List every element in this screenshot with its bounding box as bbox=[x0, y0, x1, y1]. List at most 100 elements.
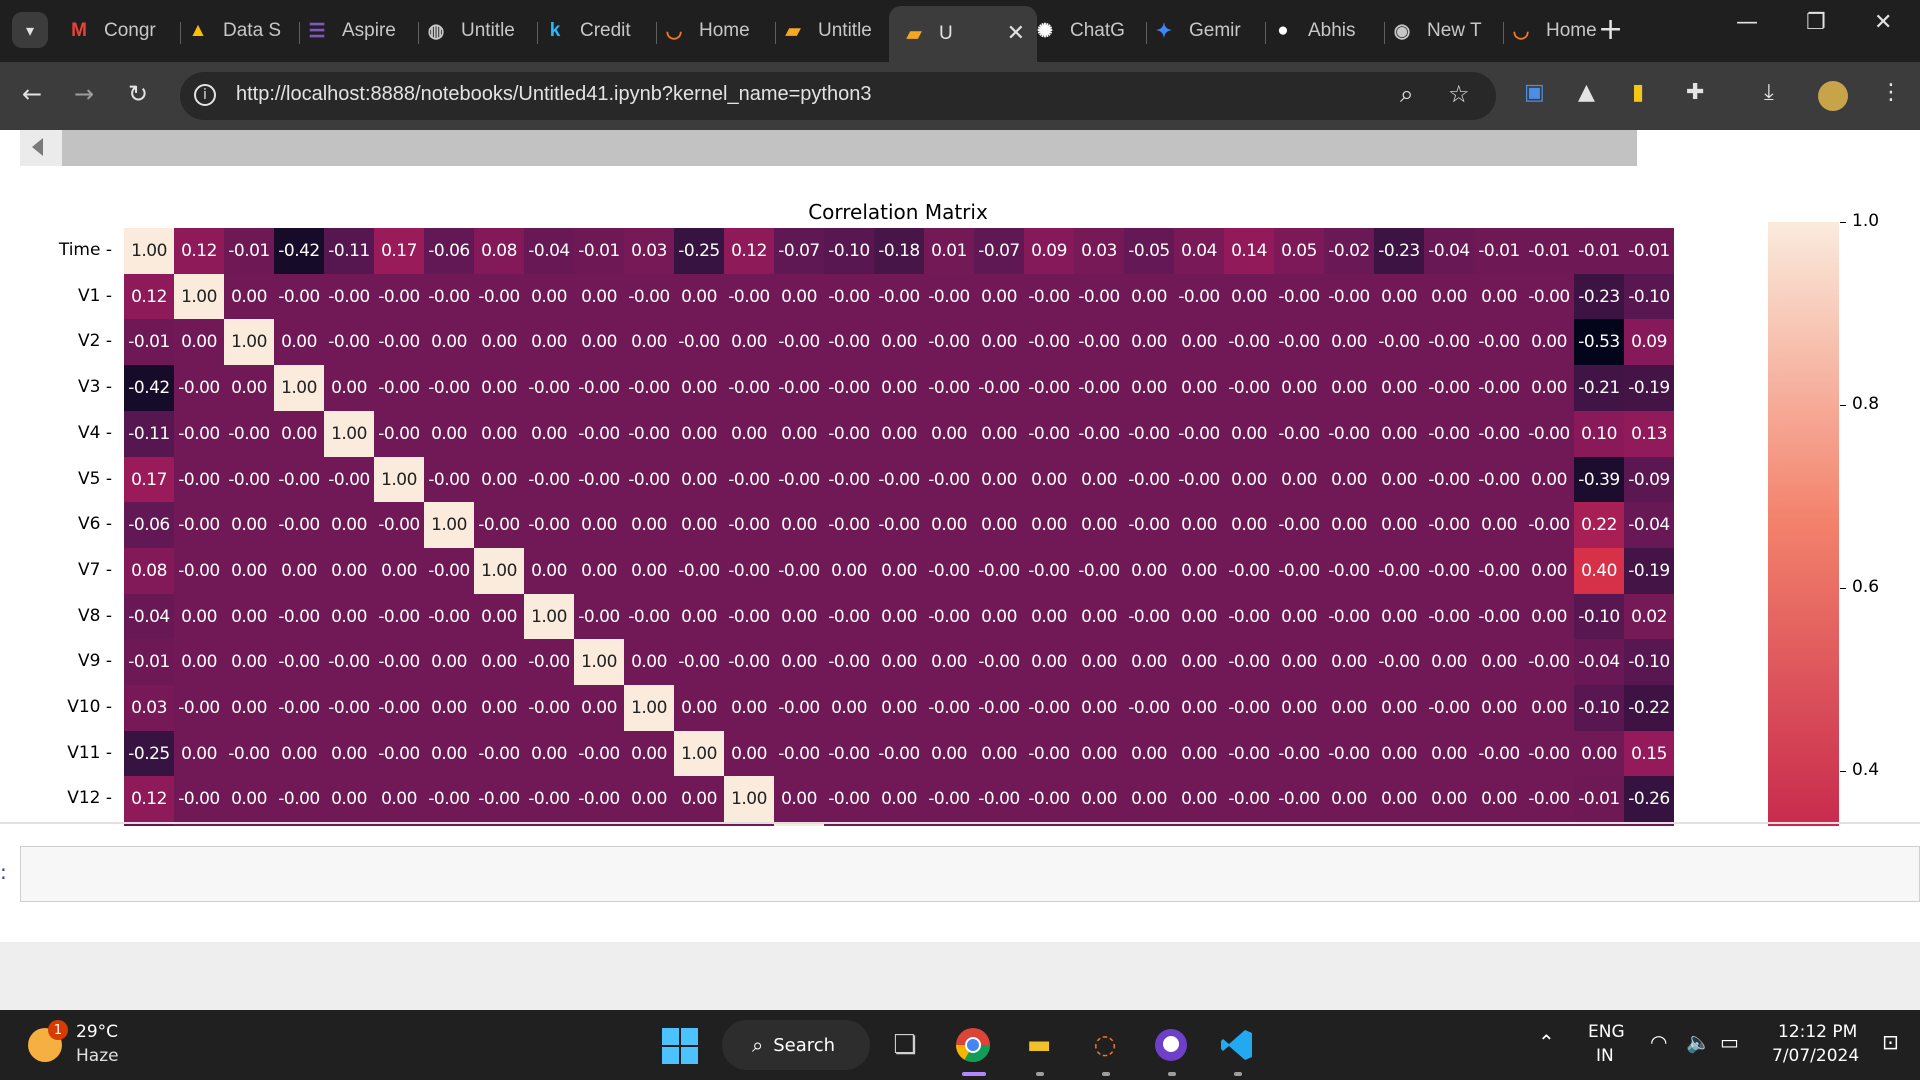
heatmap-cell: 0.00 bbox=[474, 593, 524, 640]
heatmap-cell: -0.01 bbox=[1624, 228, 1674, 274]
volume-icon[interactable]: 🔈 bbox=[1686, 1030, 1711, 1054]
notifications-icon[interactable]: ⊡ bbox=[1882, 1030, 1899, 1054]
heatmap-cell: 0.00 bbox=[874, 365, 924, 412]
profile-avatar[interactable] bbox=[1818, 81, 1848, 111]
heatmap-cell: -0.00 bbox=[674, 547, 724, 594]
task-view-icon[interactable]: ❏ bbox=[884, 1024, 926, 1066]
browser-tab[interactable]: ◍ Untitle bbox=[423, 8, 536, 54]
jupyter-icon: ◡ bbox=[1512, 20, 1530, 42]
heatmap-cell: -0.00 bbox=[1274, 273, 1324, 320]
extension-screen-icon[interactable]: ▣ bbox=[1524, 80, 1545, 105]
heatmap-cell: 0.00 bbox=[1324, 639, 1374, 686]
heatmap-cell: 0.04 bbox=[1174, 228, 1224, 274]
heatmap-cell: -0.00 bbox=[1224, 730, 1274, 777]
language-line2[interactable]: IN bbox=[1596, 1046, 1614, 1066]
heatmap-cell: 0.00 bbox=[224, 685, 274, 731]
browser-tab[interactable]: ▰ Untitle bbox=[780, 8, 893, 54]
bookmark-star-icon[interactable]: ☆ bbox=[1448, 80, 1470, 108]
heatmap-cell: 0.00 bbox=[974, 456, 1024, 503]
browser-tab[interactable]: ◡ Home bbox=[661, 8, 774, 54]
language-line1[interactable]: ENG bbox=[1588, 1022, 1625, 1042]
heatmap-cell: 0.00 bbox=[1374, 685, 1424, 731]
colorbar-tick-label: 0.6 bbox=[1852, 577, 1880, 598]
heatmap-cell: 0.13 bbox=[1624, 410, 1674, 457]
notebook-bottom-area bbox=[0, 942, 1920, 1010]
heatmap-cell: 0.00 bbox=[1174, 685, 1224, 731]
restore-button[interactable]: ❐ bbox=[1806, 10, 1826, 35]
downloads-icon[interactable]: ⤓ bbox=[1764, 80, 1774, 105]
heatmap-cell: 0.00 bbox=[924, 410, 974, 457]
heatmap-cell: 0.00 bbox=[1074, 502, 1124, 549]
extensions-puzzle-icon[interactable]: ✚ bbox=[1686, 80, 1704, 105]
browser-tab[interactable]: ▰ U ✕ bbox=[889, 6, 1037, 62]
tab-title: U bbox=[939, 23, 953, 44]
zoom-icon[interactable]: ⌕ bbox=[1400, 80, 1413, 108]
heatmap-cell: 0.00 bbox=[324, 593, 374, 640]
heatmap-cell: 0.00 bbox=[474, 410, 524, 457]
close-window-button[interactable]: ✕ bbox=[1874, 10, 1892, 35]
browser-tab[interactable]: ◉ New T bbox=[1389, 8, 1502, 54]
heatmap-cell: -0.09 bbox=[1624, 456, 1674, 503]
row-label: V3 - bbox=[78, 377, 112, 398]
browser-tab[interactable]: M Congr bbox=[66, 8, 179, 54]
tab-search-menu-button[interactable]: ▾ bbox=[12, 12, 48, 48]
notebook-icon: ▰ bbox=[785, 20, 801, 42]
extension-mountain-icon[interactable]: ▲ bbox=[1578, 80, 1595, 105]
browser-tab[interactable]: ✦ Gemir bbox=[1151, 8, 1264, 54]
heatmap-cell: 0.00 bbox=[1174, 730, 1224, 777]
wifi-icon[interactable]: ◠ bbox=[1650, 1030, 1667, 1054]
heatmap-cell: -0.00 bbox=[924, 319, 974, 366]
file-explorer-icon[interactable]: ▬ bbox=[1018, 1024, 1060, 1066]
browser-tab[interactable]: k Credit bbox=[542, 8, 655, 54]
start-button[interactable] bbox=[662, 1028, 698, 1064]
row-label: V1 - bbox=[78, 285, 112, 306]
heatmap-cell: 0.00 bbox=[874, 639, 924, 686]
taskbar-search[interactable]: ⌕ Search bbox=[722, 1020, 870, 1070]
browser-tab[interactable]: ● Abhis bbox=[1270, 8, 1383, 54]
heatmap-cell: 0.00 bbox=[1324, 776, 1374, 823]
back-button[interactable]: ← bbox=[22, 80, 42, 108]
kaggle-icon: k bbox=[549, 20, 561, 41]
weather-condition[interactable]: Haze bbox=[76, 1046, 119, 1066]
address-bar[interactable]: i http://localhost:8888/notebooks/Untitl… bbox=[180, 72, 1496, 120]
heatmap-cell: -0.00 bbox=[1324, 547, 1374, 594]
heatmap-cell: -0.23 bbox=[1374, 228, 1424, 274]
heatmap-cell: 0.00 bbox=[1224, 502, 1274, 549]
clock-time[interactable]: 12:12 PM bbox=[1778, 1022, 1857, 1042]
heatmap-cell: -0.00 bbox=[1474, 593, 1524, 640]
battery-icon[interactable]: ▭ bbox=[1720, 1030, 1739, 1054]
chrome-taskbar-icon[interactable] bbox=[952, 1024, 994, 1066]
heatmap-cell: -0.00 bbox=[174, 410, 224, 457]
github-desktop-icon[interactable] bbox=[1150, 1024, 1192, 1066]
vscode-icon[interactable] bbox=[1216, 1024, 1258, 1066]
heatmap-cell: 0.00 bbox=[624, 776, 674, 823]
code-cell-input[interactable] bbox=[20, 846, 1920, 902]
scroll-left-arrow-icon[interactable] bbox=[32, 138, 43, 156]
site-info-icon[interactable]: i bbox=[194, 84, 216, 106]
clock-date[interactable]: 7/07/2024 bbox=[1772, 1046, 1859, 1066]
scrollbar-thumb[interactable] bbox=[62, 130, 1637, 166]
heatmap-cell: -0.00 bbox=[1524, 410, 1574, 457]
heatmap-cell: 0.00 bbox=[774, 593, 824, 640]
jupyter-taskbar-icon[interactable]: ◌ bbox=[1084, 1024, 1126, 1066]
extension-yellow-icon[interactable]: ▮ bbox=[1632, 80, 1644, 105]
close-tab-icon[interactable]: ✕ bbox=[1007, 20, 1025, 46]
show-hidden-icons-chevron-icon[interactable]: ⌃ bbox=[1538, 1030, 1555, 1054]
forward-button[interactable]: → bbox=[74, 80, 94, 108]
heatmap-cell: 0.00 bbox=[324, 547, 374, 594]
output-horizontal-scrollbar[interactable] bbox=[20, 130, 1637, 166]
reload-button[interactable]: ↻ bbox=[128, 80, 148, 108]
new-tab-button[interactable]: + bbox=[1598, 12, 1623, 47]
browser-tab[interactable]: ▲ Data S bbox=[185, 8, 298, 54]
browser-menu-icon[interactable]: ⋮ bbox=[1880, 80, 1902, 105]
weather-notification-badge: 1 bbox=[48, 1020, 68, 1040]
weather-temperature[interactable]: 29°C bbox=[76, 1022, 118, 1042]
minimize-button[interactable]: — bbox=[1736, 10, 1758, 35]
heatmap-cell: -0.00 bbox=[874, 730, 924, 777]
app-running-indicator bbox=[1102, 1072, 1110, 1076]
heatmap-cell: 0.12 bbox=[124, 273, 174, 320]
url-text[interactable]: http://localhost:8888/notebooks/Untitled… bbox=[236, 83, 871, 106]
browser-tab[interactable]: ✺ ChatG bbox=[1032, 8, 1145, 54]
heatmap-cell: 0.00 bbox=[1124, 639, 1174, 686]
browser-tab[interactable]: ☰ Aspire bbox=[304, 8, 417, 54]
